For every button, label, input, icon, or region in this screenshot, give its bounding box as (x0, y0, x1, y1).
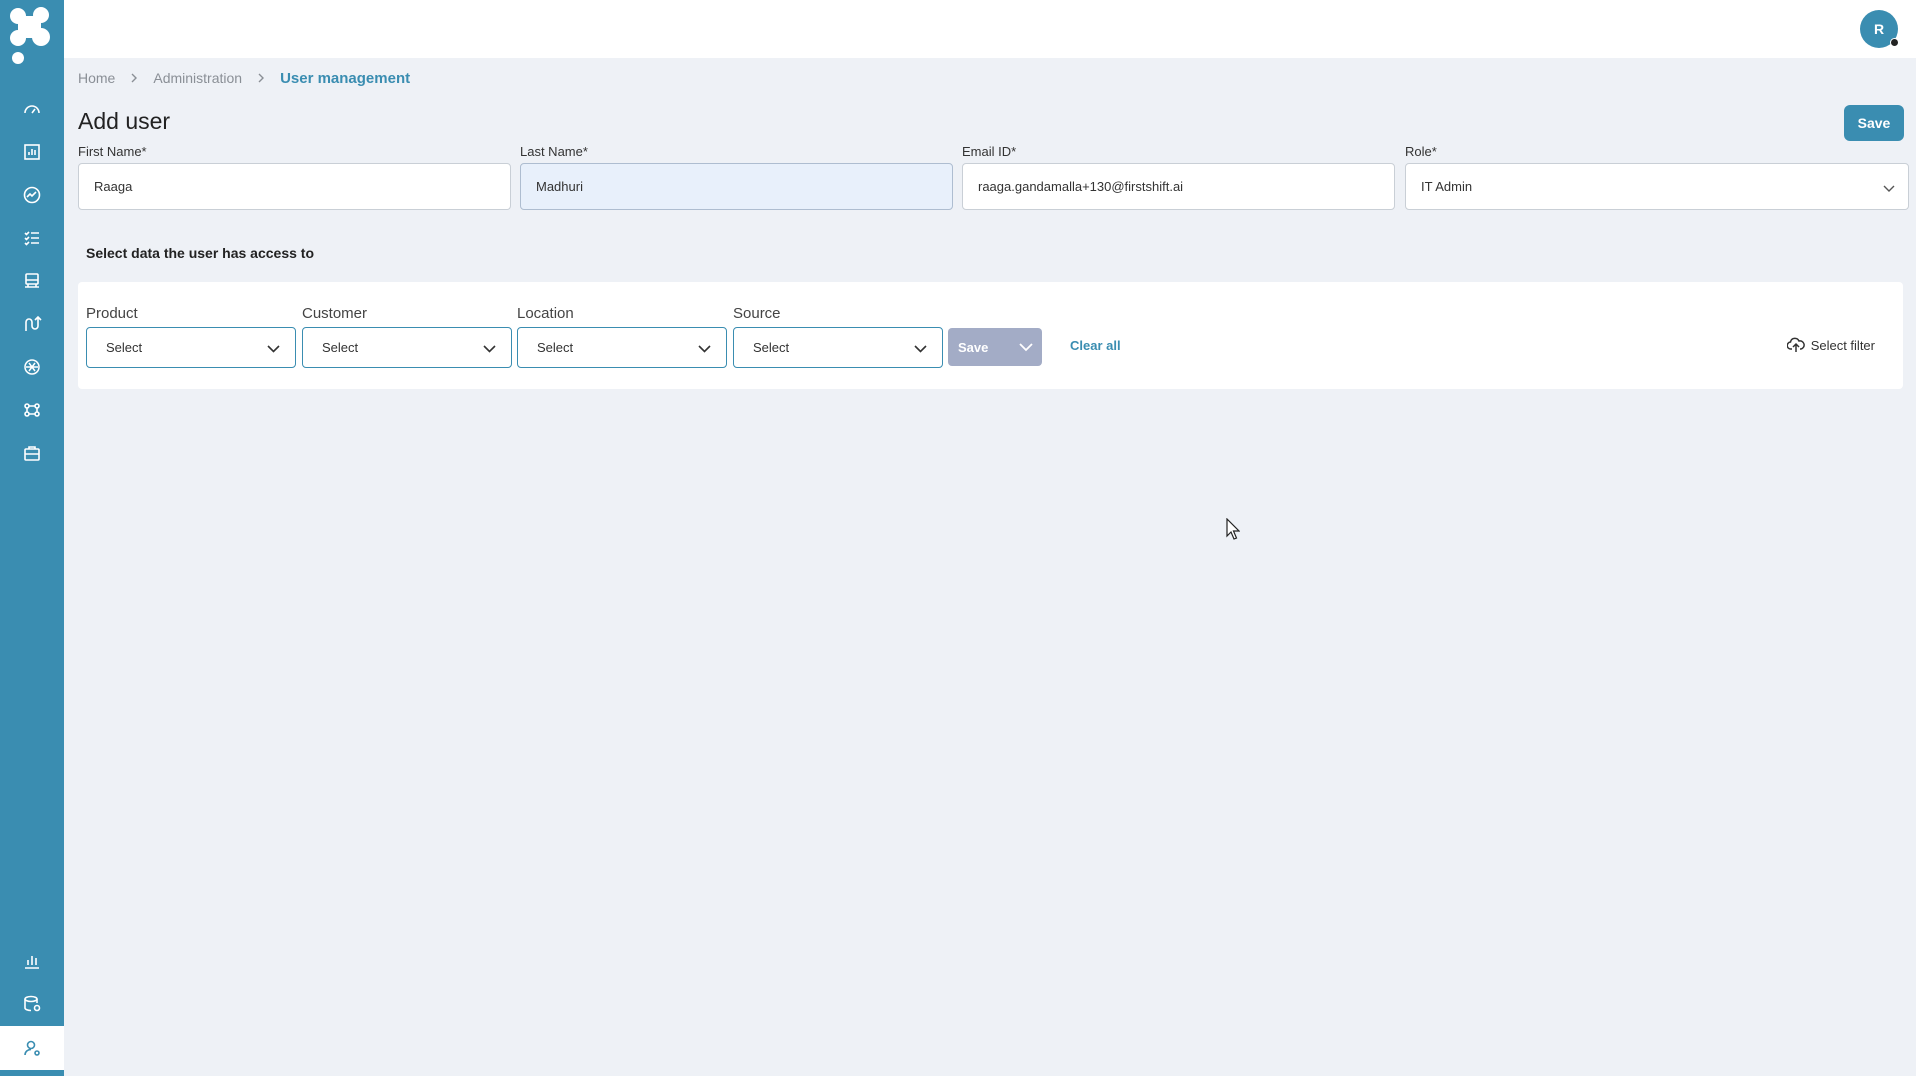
ai-icon (24, 359, 40, 375)
sidebar-item-data-settings[interactable] (0, 983, 64, 1025)
upload-icon (1786, 337, 1805, 352)
location-select[interactable]: Select (517, 327, 727, 368)
chevron-down-icon (698, 345, 711, 353)
sidebar-item-route[interactable] (0, 303, 64, 345)
chevron-down-icon (914, 345, 927, 353)
last-name-label: Last Name* (520, 144, 588, 159)
filter-location: Location Select (517, 304, 727, 368)
role-value: IT Admin (1421, 179, 1473, 194)
sidebar-item-transport[interactable] (0, 260, 64, 302)
analytics-icon (24, 144, 40, 160)
sidebar-item-tasks[interactable] (0, 217, 64, 259)
top-bar: R (64, 0, 1916, 58)
first-name-value: Raaga (94, 179, 133, 194)
avatar[interactable]: R (1860, 10, 1899, 48)
email-field: Email ID* raaga.gandamalla+130@firstshif… (962, 142, 1395, 210)
last-name-input[interactable]: Madhuri (520, 163, 953, 210)
select-filter-button[interactable]: Select filter (1786, 336, 1875, 354)
chevron-down-icon (1883, 185, 1895, 192)
breadcrumb: Home Administration User management (78, 68, 410, 88)
filter-value: Select (106, 340, 143, 355)
first-name-label: First Name* (78, 144, 147, 159)
filter-label: Location (517, 305, 574, 322)
chevron-down-icon (483, 345, 496, 353)
transport-icon (25, 273, 39, 288)
briefcase-icon (24, 446, 40, 461)
sidebar-item-user-admin[interactable] (0, 1026, 64, 1076)
role-select[interactable]: IT Admin (1405, 163, 1909, 210)
trend-icon (23, 186, 41, 204)
dashboard-icon (24, 105, 40, 114)
sidebar-item-reports[interactable] (0, 940, 64, 982)
filter-label: Product (86, 305, 138, 322)
save-filter-split-button[interactable]: Save (948, 328, 1042, 366)
breadcrumb-administration[interactable]: Administration (153, 70, 242, 86)
filter-value: Select (322, 340, 359, 355)
filter-value: Select (753, 340, 790, 355)
first-name-field: First Name* Raaga (78, 142, 511, 210)
source-select[interactable]: Select (733, 327, 943, 368)
sidebar-item-network[interactable] (0, 389, 64, 431)
sidebar-item-dashboard[interactable] (0, 88, 64, 130)
filter-value: Select (537, 340, 574, 355)
filter-customer: Customer Select (302, 304, 512, 368)
chevron-down-icon[interactable] (1018, 339, 1034, 355)
page-title: Add user (78, 108, 171, 134)
select-filter-label: Select filter (1810, 337, 1875, 353)
user-admin-icon (24, 1040, 40, 1056)
filter-label: Source (733, 305, 781, 322)
role-field: Role* IT Admin (1405, 142, 1909, 210)
chevron-right-icon (258, 73, 265, 83)
save-button[interactable]: Save (1844, 105, 1904, 141)
save-filter-label[interactable]: Save (948, 340, 1008, 355)
filter-panel: Product Select Customer Select Location … (78, 282, 1903, 389)
email-value: raaga.gandamalla+130@firstshift.ai (978, 179, 1184, 194)
chevron-right-icon (131, 73, 138, 83)
email-label: Email ID* (962, 144, 1017, 159)
clear-all-link[interactable]: Clear all (1070, 338, 1121, 353)
avatar-initial: R (1873, 21, 1885, 37)
access-heading: Select data the user has access to (86, 245, 314, 261)
last-name-value: Madhuri (536, 179, 583, 194)
filter-source: Source Select (733, 304, 943, 368)
last-name-field: Last Name* Madhuri (520, 142, 953, 210)
tasks-icon (24, 231, 39, 246)
sidebar (0, 0, 64, 1076)
reports-icon (25, 956, 39, 969)
product-select[interactable]: Select (86, 327, 296, 368)
role-label: Role* (1405, 144, 1437, 159)
firstshift-logo[interactable] (8, 6, 52, 66)
mouse-cursor-icon (1226, 518, 1240, 540)
filter-label: Customer (302, 305, 368, 322)
breadcrumb-home[interactable]: Home (78, 70, 115, 86)
filter-product: Product Select (86, 304, 296, 368)
first-name-input[interactable]: Raaga (78, 163, 511, 210)
network-icon (24, 403, 40, 417)
sidebar-item-trend[interactable] (0, 174, 64, 216)
email-input[interactable]: raaga.gandamalla+130@firstshift.ai (962, 163, 1395, 210)
route-icon (25, 315, 42, 331)
breadcrumb-current: User management (280, 69, 411, 87)
sidebar-item-analytics[interactable] (0, 131, 64, 173)
chevron-down-icon (267, 345, 280, 353)
sidebar-item-ai[interactable] (0, 346, 64, 388)
customer-select[interactable]: Select (302, 327, 512, 368)
status-dot (1890, 38, 1899, 47)
data-settings-icon (24, 995, 41, 1012)
sidebar-item-briefcase[interactable] (0, 432, 64, 474)
